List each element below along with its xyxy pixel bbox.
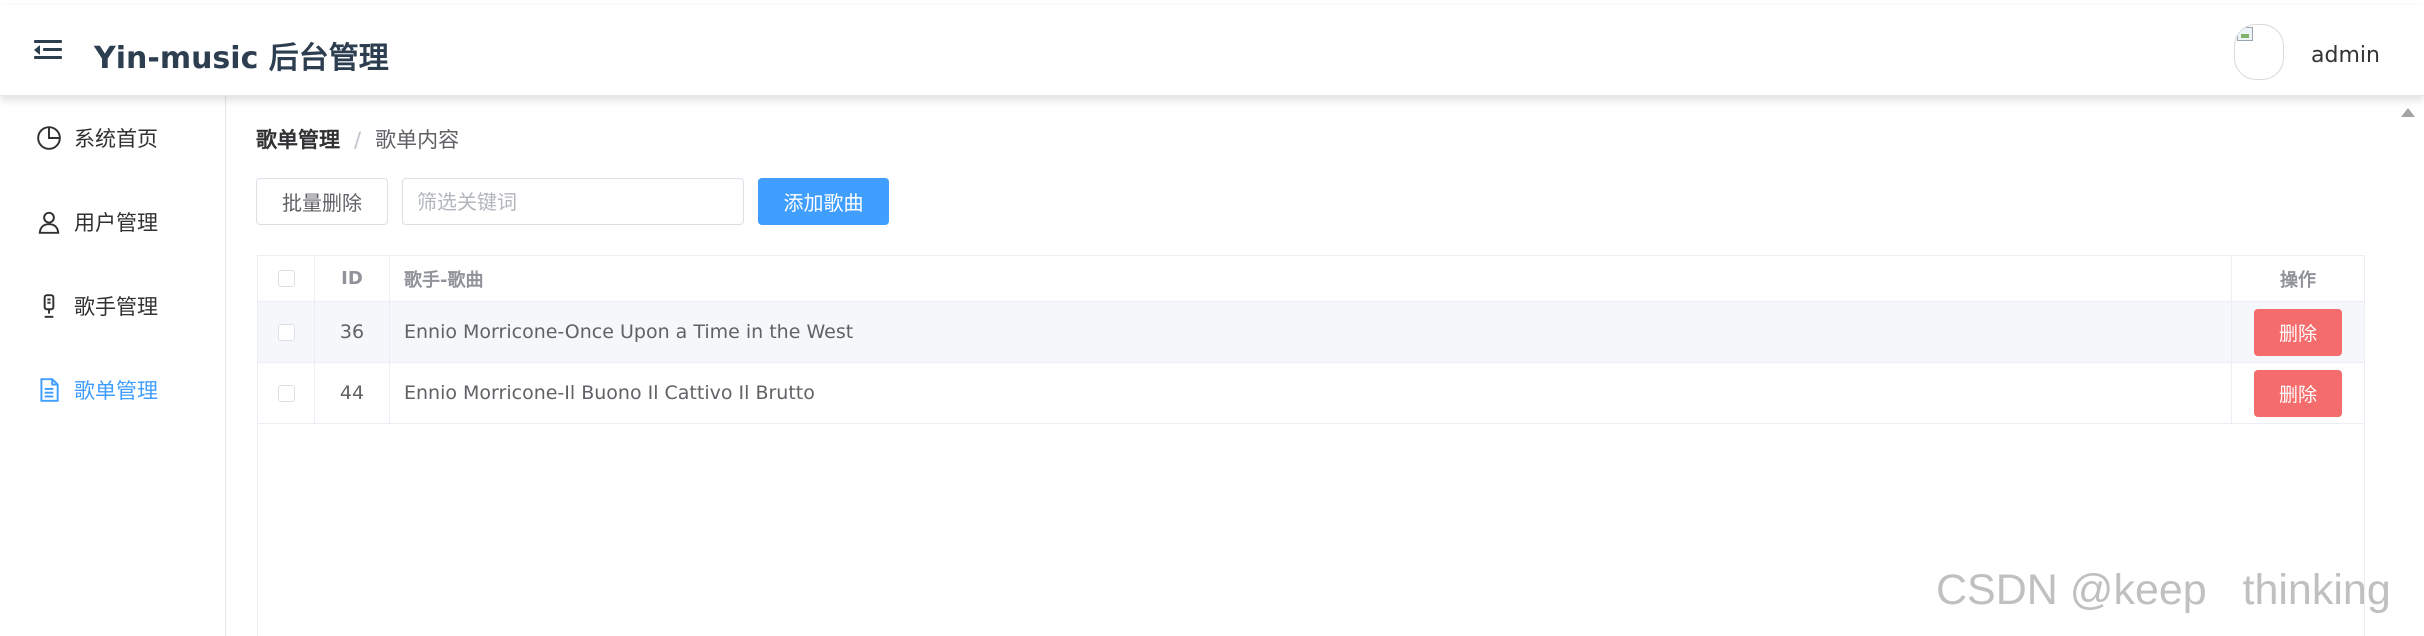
scroll-up-arrow-icon[interactable] — [2401, 108, 2415, 117]
breadcrumb-separator: / — [354, 128, 362, 152]
fold-menu-icon[interactable] — [34, 39, 62, 61]
add-song-button[interactable]: 添加歌曲 — [758, 178, 889, 225]
username[interactable]: admin — [2311, 43, 2380, 68]
row-id: 44 — [315, 363, 390, 423]
row-checkbox-cell — [258, 363, 315, 423]
table-row: 44 Ennio Morricone-Il Buono Il Cattivo I… — [258, 363, 2364, 424]
row-action-cell: 删除 — [2231, 363, 2364, 423]
page-scrollbar[interactable] — [2392, 96, 2424, 636]
column-header-id: ID — [315, 256, 390, 301]
header-checkbox-cell — [258, 256, 315, 301]
column-header-action: 操作 — [2231, 256, 2364, 301]
table-header-row: ID 歌手-歌曲 操作 — [258, 256, 2364, 302]
top-header: Yin-music 后台管理 admin — [0, 5, 2424, 96]
row-checkbox-cell — [258, 302, 315, 362]
microphone-icon — [43, 294, 55, 318]
delete-button[interactable]: 删除 — [2254, 369, 2342, 417]
sidebar-item-dashboard[interactable]: 系统首页 — [36, 118, 158, 158]
delete-button[interactable]: 删除 — [2254, 308, 2342, 356]
app-title: Yin-music 后台管理 — [94, 41, 389, 76]
row-song: Ennio Morricone-Once Upon a Time in the … — [404, 321, 854, 343]
sidebar-item-label: 系统首页 — [74, 127, 158, 151]
document-icon — [40, 378, 59, 402]
sidebar-item-label: 用户管理 — [74, 211, 158, 235]
row-id: 36 — [315, 302, 390, 362]
pie-chart-icon — [37, 126, 61, 150]
row-checkbox[interactable] — [277, 323, 295, 341]
sidebar-item-singers[interactable]: 歌手管理 — [36, 286, 158, 326]
select-all-checkbox[interactable] — [277, 270, 295, 287]
table-row: 36 Ennio Morricone-Once Upon a Time in t… — [258, 302, 2364, 363]
row-action-cell: 删除 — [2231, 302, 2364, 362]
avatar[interactable] — [2234, 24, 2284, 80]
breadcrumb-current: 歌单内容 — [375, 128, 460, 152]
sidebar: 系统首页 用户管理 歌手管理 歌单管理 — [0, 96, 226, 636]
breadcrumb: 歌单管理 / 歌单内容 — [256, 124, 459, 154]
broken-image-icon — [2237, 27, 2253, 41]
batch-delete-button[interactable]: 批量删除 — [256, 178, 388, 225]
sidebar-item-label: 歌手管理 — [74, 295, 158, 319]
breadcrumb-parent[interactable]: 歌单管理 — [256, 128, 340, 152]
sidebar-item-label: 歌单管理 — [74, 379, 158, 403]
column-header-song: 歌手-歌曲 — [404, 269, 484, 291]
user-icon — [38, 211, 60, 234]
search-input[interactable] — [402, 178, 744, 225]
sidebar-item-users[interactable]: 用户管理 — [36, 202, 158, 242]
song-table: ID 歌手-歌曲 操作 36 Ennio Morricone-Once Upon… — [257, 255, 2365, 636]
sidebar-item-playlists[interactable]: 歌单管理 — [36, 370, 158, 410]
row-checkbox[interactable] — [277, 384, 295, 402]
row-song: Ennio Morricone-Il Buono Il Cattivo Il B… — [404, 382, 815, 404]
